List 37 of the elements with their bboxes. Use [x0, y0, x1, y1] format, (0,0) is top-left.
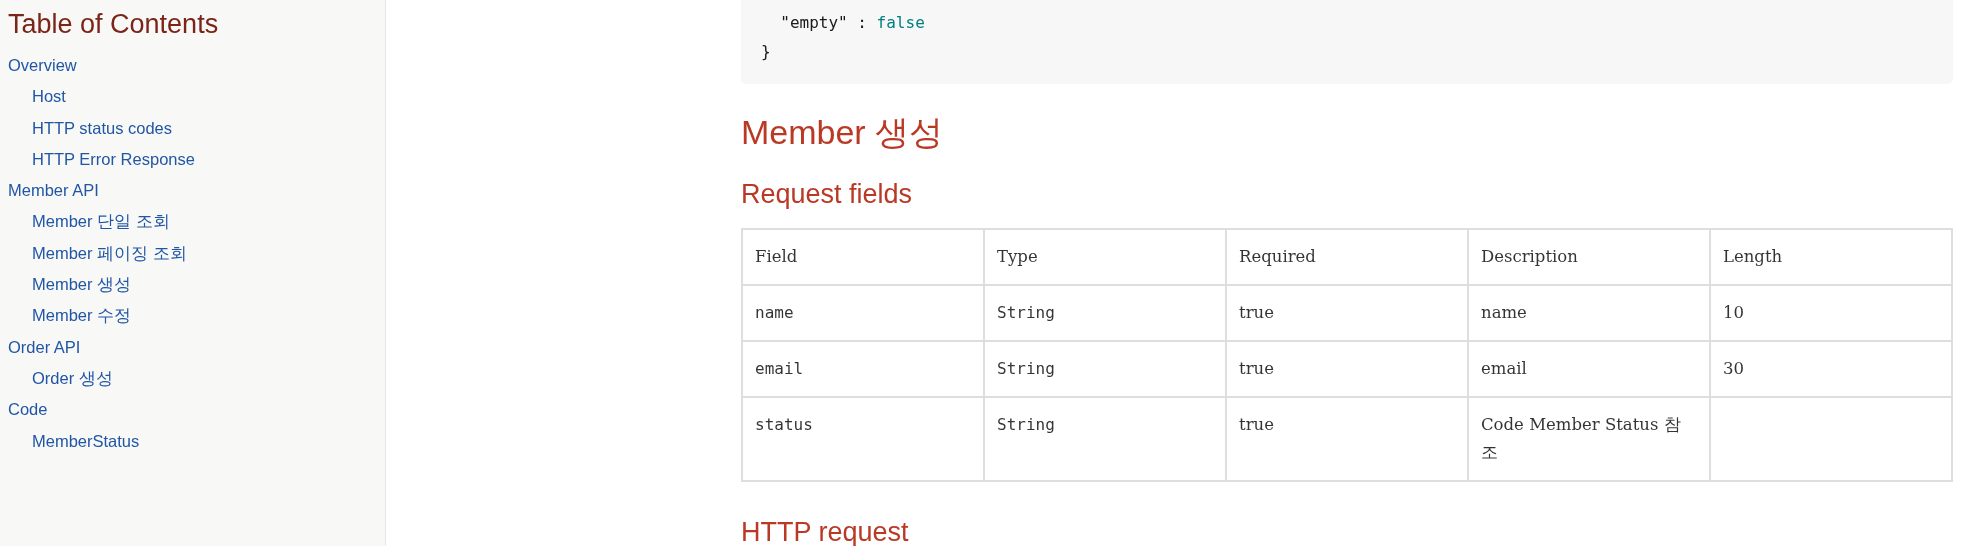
subsection-title: Request fields [741, 178, 914, 211]
table-cell: Code Member Status 참조 [1468, 397, 1710, 481]
section-title: Member 생성 [741, 112, 945, 153]
toc-link[interactable]: Host [32, 81, 66, 113]
toc-title: Table of Contents [8, 8, 220, 41]
table-cell: true [1226, 285, 1468, 341]
table-cell: true [1226, 397, 1468, 481]
column-header: Field [742, 229, 984, 285]
toc-link[interactable]: Order 생성 [32, 362, 113, 395]
column-header: Length [1710, 229, 1952, 285]
toc-link[interactable]: Overview [8, 50, 77, 82]
column-header: Description [1468, 229, 1710, 285]
section-title: HTTP request [741, 516, 910, 546]
table-cell: String [984, 285, 1226, 341]
column-header: Type [984, 229, 1226, 285]
table-cell: name [1468, 285, 1710, 341]
table-cell: email [1468, 341, 1710, 397]
code-block: "empty" : false } [741, 0, 1953, 84]
toc-link[interactable]: HTTP status codes [32, 112, 172, 144]
table-cell: 10 [1710, 285, 1952, 341]
column-header: Required [1226, 229, 1468, 285]
toc-link[interactable]: MemberStatus [32, 425, 140, 457]
table-cell: name [742, 285, 984, 341]
table-cell: status [742, 397, 984, 481]
toc-link[interactable]: Member 단일 조회 [32, 206, 170, 238]
toc-link[interactable]: Member 수정 [32, 300, 132, 332]
table-cell: String [984, 341, 1226, 397]
table-cell: true [1226, 341, 1468, 397]
toc-link[interactable]: Order API [8, 331, 81, 363]
toc-link[interactable]: Member 페이징 조회 [32, 237, 187, 270]
table-cell: 30 [1710, 341, 1952, 397]
toc-link[interactable]: Member API [8, 175, 99, 207]
table-cell: email [742, 341, 984, 397]
table-cell: String [984, 397, 1226, 481]
toc-link[interactable]: HTTP Error Response [32, 143, 195, 176]
toc-link[interactable]: Code [8, 394, 48, 426]
toc-link[interactable]: Member 생성 [32, 269, 132, 301]
